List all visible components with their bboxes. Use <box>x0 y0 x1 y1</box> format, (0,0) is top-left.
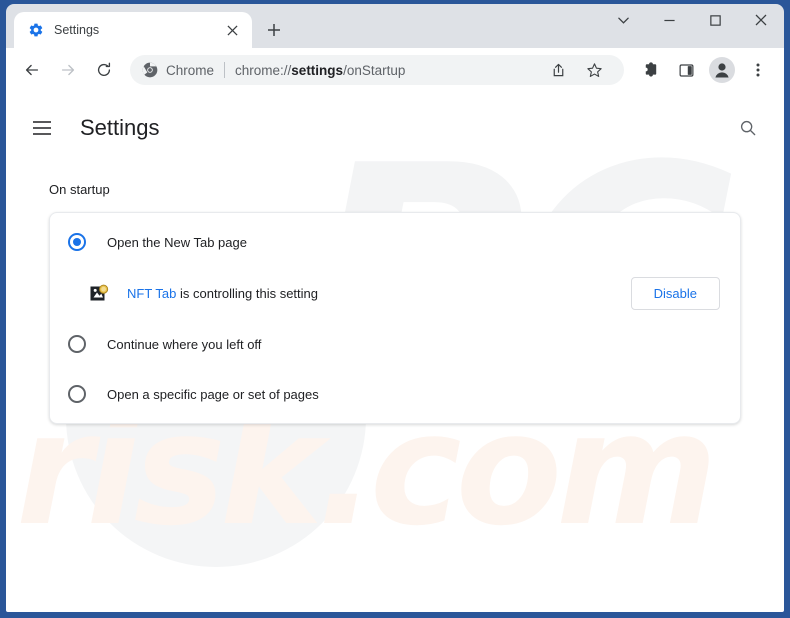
new-tab-button[interactable] <box>260 16 288 44</box>
extension-link[interactable]: NFT Tab <box>127 286 176 301</box>
radio-continue[interactable] <box>68 335 86 353</box>
nft-tab-extension-icon <box>89 283 109 303</box>
extension-notice-rest: is controlling this setting <box>176 285 318 301</box>
page-title: Settings <box>80 115 160 140</box>
extensions-icon[interactable] <box>636 56 664 84</box>
gear-icon <box>29 23 43 37</box>
maximize-window-button[interactable] <box>692 4 738 36</box>
browser-menu-icon[interactable] <box>744 56 772 84</box>
extension-notice-text: NFT Tab is controlling this setting <box>127 286 318 301</box>
address-bar[interactable]: Chrome chrome://settings/onStartup <box>130 55 624 85</box>
omnibox-separator <box>224 62 226 78</box>
share-icon[interactable] <box>544 56 572 84</box>
tab-list: Settings <box>6 4 288 48</box>
disable-extension-button[interactable]: Disable <box>630 276 720 310</box>
settings-page: PC risk.com Settings On startup <box>6 92 784 612</box>
startup-option-specific-pages[interactable]: Open a specific page or set of pages <box>50 369 740 419</box>
startup-options-card: Open the New Tab page NFT Tab is control… <box>49 212 741 424</box>
tab-title: Settings <box>54 23 100 37</box>
radio-specific-pages[interactable] <box>68 385 86 403</box>
tab-close-icon[interactable] <box>222 20 242 40</box>
startup-option-label: Open a specific page or set of pages <box>107 386 319 402</box>
startup-option-label: Open the New Tab page <box>107 234 247 250</box>
bookmark-star-icon[interactable] <box>580 56 608 84</box>
omnibox-brand-label: Chrome <box>166 62 215 78</box>
browser-window: Settings Chrome chrome://settings/onStar… <box>0 0 790 618</box>
profile-avatar[interactable] <box>708 56 736 84</box>
side-panel-icon[interactable] <box>672 56 700 84</box>
omnibox-actions <box>540 56 612 84</box>
search-icon[interactable] <box>730 110 766 146</box>
chrome-logo-icon <box>142 62 158 78</box>
startup-option-label: Continue where you left off <box>107 336 262 352</box>
window-controls <box>600 4 784 36</box>
reload-button[interactable] <box>90 56 118 84</box>
browser-toolbar: Chrome chrome://settings/onStartup <box>6 48 784 92</box>
radio-new-tab[interactable] <box>68 233 86 251</box>
settings-header: Settings <box>6 100 784 156</box>
extension-control-notice: NFT Tab is controlling this setting Disa… <box>50 267 740 319</box>
omnibox-url-text: chrome://settings/onStartup <box>235 62 406 78</box>
section-heading: On startup <box>49 182 110 197</box>
back-button[interactable] <box>18 56 46 84</box>
hamburger-menu-icon[interactable] <box>24 110 60 146</box>
startup-option-continue[interactable]: Continue where you left off <box>50 319 740 369</box>
forward-button[interactable] <box>54 56 82 84</box>
tab-settings[interactable]: Settings <box>14 12 252 48</box>
tab-search-button[interactable] <box>600 4 646 36</box>
startup-option-new-tab[interactable]: Open the New Tab page <box>50 217 740 267</box>
minimize-window-button[interactable] <box>646 4 692 36</box>
on-startup-section: On startup Open the New Tab page NFT Tab… <box>6 182 784 424</box>
tab-strip: Settings <box>6 4 784 48</box>
close-window-button[interactable] <box>738 4 784 36</box>
